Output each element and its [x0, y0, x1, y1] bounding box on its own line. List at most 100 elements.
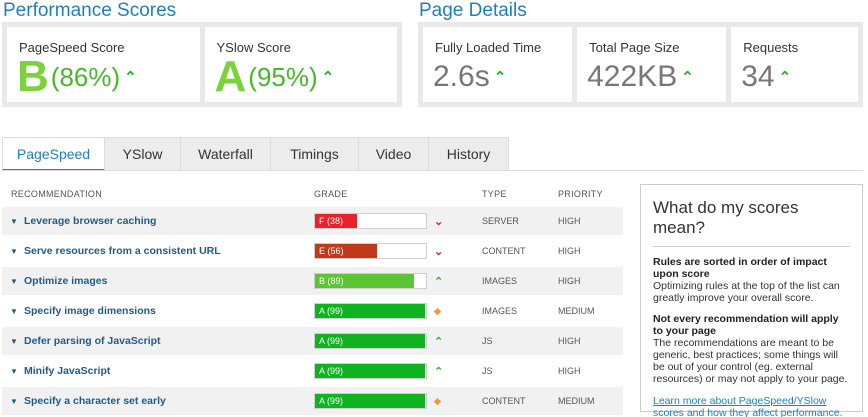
help-block-sorted: Rules are sorted in order of impact upon… — [653, 256, 850, 304]
grade-bar: F (38) — [314, 213, 427, 229]
grade-bar: A (99) — [314, 363, 427, 379]
tab-yslow[interactable]: YSlow — [105, 137, 181, 171]
recommendation-priority: MEDIUM — [558, 396, 595, 406]
recommendation-type: CONTENT — [482, 396, 526, 406]
recommendation-type: IMAGES — [482, 306, 518, 316]
table-row[interactable]: ▼ Leverage browser caching F (38) ⌄ SERVER HI… — [2, 207, 623, 235]
up-arrow-icon: ⌃ — [778, 69, 792, 86]
trend-same-icon: ◆ — [434, 305, 441, 316]
page-size-label: Total Page Size — [589, 40, 680, 55]
recommendation-name[interactable]: Optimize images — [24, 275, 107, 287]
recommendation-type: IMAGES — [482, 276, 518, 286]
recommendation-type: SERVER — [482, 216, 519, 226]
trend-same-icon: ◆ — [434, 395, 441, 406]
grade-bar: A (99) — [314, 303, 427, 319]
trend-down-icon: ⌄ — [434, 245, 444, 258]
expand-caret-icon[interactable]: ▼ — [10, 367, 18, 376]
recommendation-name[interactable]: Defer parsing of JavaScript — [24, 335, 161, 347]
recommendation-priority: HIGH — [558, 216, 581, 226]
grade-bar: E (56) — [314, 243, 427, 259]
report-tabs: PageSpeed YSlow Waterfall Timings Video … — [2, 137, 509, 171]
grade-bar: A (99) — [314, 393, 427, 409]
trend-up-icon: ⌃ — [434, 365, 444, 378]
recommendation-priority: HIGH — [558, 336, 581, 346]
grade-bar: A (99) — [314, 333, 427, 349]
pagespeed-percent: (86%) — [50, 61, 121, 92]
scores-help-panel: What do my scores mean? Rules are sorted… — [640, 184, 863, 417]
column-header-priority: PRIORITY — [558, 189, 603, 199]
yslow-percent: (95%) — [248, 61, 318, 92]
recommendation-name[interactable]: Minify JavaScript — [24, 365, 110, 377]
help-block-sorted-text: Optimizing rules at the top of the list … — [653, 280, 840, 304]
fully-loaded-card: Fully Loaded Time 2.6s ⌃ — [423, 27, 573, 102]
recommendation-priority: MEDIUM — [558, 306, 595, 316]
learn-more-link[interactable]: Learn more about PageSpeed/YSlow scores … — [653, 395, 850, 417]
expand-caret-icon[interactable]: ▼ — [10, 277, 18, 286]
grade-bar-fill: E (56) — [315, 244, 378, 258]
help-block-apply-title: Not every recommendation will apply to y… — [653, 313, 839, 337]
up-arrow-icon: ⌃ — [681, 69, 694, 86]
column-header-grade: GRADE — [314, 189, 348, 199]
requests-value: 34 — [741, 60, 775, 93]
recommendation-type: JS — [482, 366, 493, 376]
fully-loaded-label: Fully Loaded Time — [435, 40, 542, 55]
trend-up-icon: ⌃ — [434, 335, 444, 348]
column-header-type: TYPE — [482, 189, 507, 199]
recommendation-name[interactable]: Leverage browser caching — [24, 215, 156, 227]
grade-bar-fill: F (38) — [315, 214, 358, 228]
yslow-score-card: YSlow Score A (95%) ⌃ — [204, 27, 397, 102]
yslow-grade: A — [214, 52, 247, 101]
page-size-value: 422KB — [587, 60, 678, 93]
grade-bar-fill: A (99) — [315, 364, 425, 378]
table-row[interactable]: ▼ Defer parsing of JavaScript A (99) ⌃ JS HIG… — [2, 327, 623, 355]
requests-card: Requests 34 ⌃ — [731, 27, 858, 102]
expand-caret-icon[interactable]: ▼ — [10, 247, 18, 256]
recommendation-name[interactable]: Serve resources from a consistent URL — [24, 245, 221, 257]
pagespeed-score-card: PageSpeed Score B (86%) ⌃ — [7, 27, 200, 102]
grade-bar-fill: B (89) — [315, 274, 414, 288]
table-row[interactable]: ▼ Minify JavaScript A (99) ⌃ JS HIGH — [2, 357, 623, 385]
expand-caret-icon[interactable]: ▼ — [10, 217, 18, 226]
trend-up-icon: ⌃ — [434, 275, 444, 288]
table-row[interactable]: ▼ Specify a character set early A (99) ◆ CON… — [2, 387, 623, 415]
scores-help-title: What do my scores mean? — [653, 198, 850, 247]
table-row[interactable]: ▼ Optimize images B (89) ⌃ IMAGES HIGH — [2, 267, 623, 295]
recommendation-priority: HIGH — [558, 366, 581, 376]
grade-bar-fill: A (99) — [315, 394, 425, 408]
requests-label: Requests — [743, 40, 799, 55]
trend-down-icon: ⌄ — [434, 215, 444, 228]
up-arrow-icon: ⌃ — [493, 69, 507, 86]
grade-bar-fill: A (99) — [315, 304, 425, 318]
fully-loaded-value: 2.6s — [433, 60, 490, 93]
recommendation-priority: HIGH — [558, 276, 581, 286]
recommendation-type: JS — [482, 336, 493, 346]
performance-scores-title: Performance Scores — [3, 0, 177, 21]
page-size-card: Total Page Size 422KB ⌃ — [577, 27, 727, 102]
performance-scores-panel: PageSpeed Score B (86%) ⌃ YSlow Score A … — [2, 22, 402, 107]
column-header-recommendation: RECOMMENDATION — [11, 189, 103, 199]
help-block-sorted-title: Rules are sorted in order of impact upon… — [653, 256, 827, 280]
table-row[interactable]: ▼ Specify image dimensions A (99) ◆ IMAGES ME… — [2, 297, 623, 325]
recommendation-name[interactable]: Specify a character set early — [24, 395, 166, 407]
page-details-title: Page Details — [419, 0, 527, 21]
tabs-divider — [2, 170, 863, 171]
tab-pagespeed[interactable]: PageSpeed — [2, 137, 105, 171]
pagespeed-grade: B — [17, 52, 49, 101]
tab-video[interactable]: Video — [359, 137, 429, 171]
page-details-panel: Fully Loaded Time 2.6s ⌃ Total Page Size… — [418, 22, 863, 107]
expand-caret-icon[interactable]: ▼ — [10, 397, 18, 406]
grade-bar-fill: A (99) — [315, 334, 425, 348]
up-arrow-icon: ⌃ — [124, 69, 137, 86]
recommendation-name[interactable]: Specify image dimensions — [24, 305, 156, 317]
table-row[interactable]: ▼ Serve resources from a consistent URL E … — [2, 237, 623, 265]
tab-waterfall[interactable]: Waterfall — [181, 137, 271, 171]
up-arrow-icon: ⌃ — [321, 69, 335, 86]
tab-timings[interactable]: Timings — [271, 137, 359, 171]
expand-caret-icon[interactable]: ▼ — [10, 307, 18, 316]
expand-caret-icon[interactable]: ▼ — [10, 337, 18, 346]
grade-bar: B (89) — [314, 273, 427, 289]
help-block-apply: Not every recommendation will apply to y… — [653, 313, 850, 385]
help-block-apply-text: The recommendations are meant to be gene… — [653, 337, 848, 385]
tab-history[interactable]: History — [429, 137, 509, 171]
recommendation-type: CONTENT — [482, 246, 526, 256]
